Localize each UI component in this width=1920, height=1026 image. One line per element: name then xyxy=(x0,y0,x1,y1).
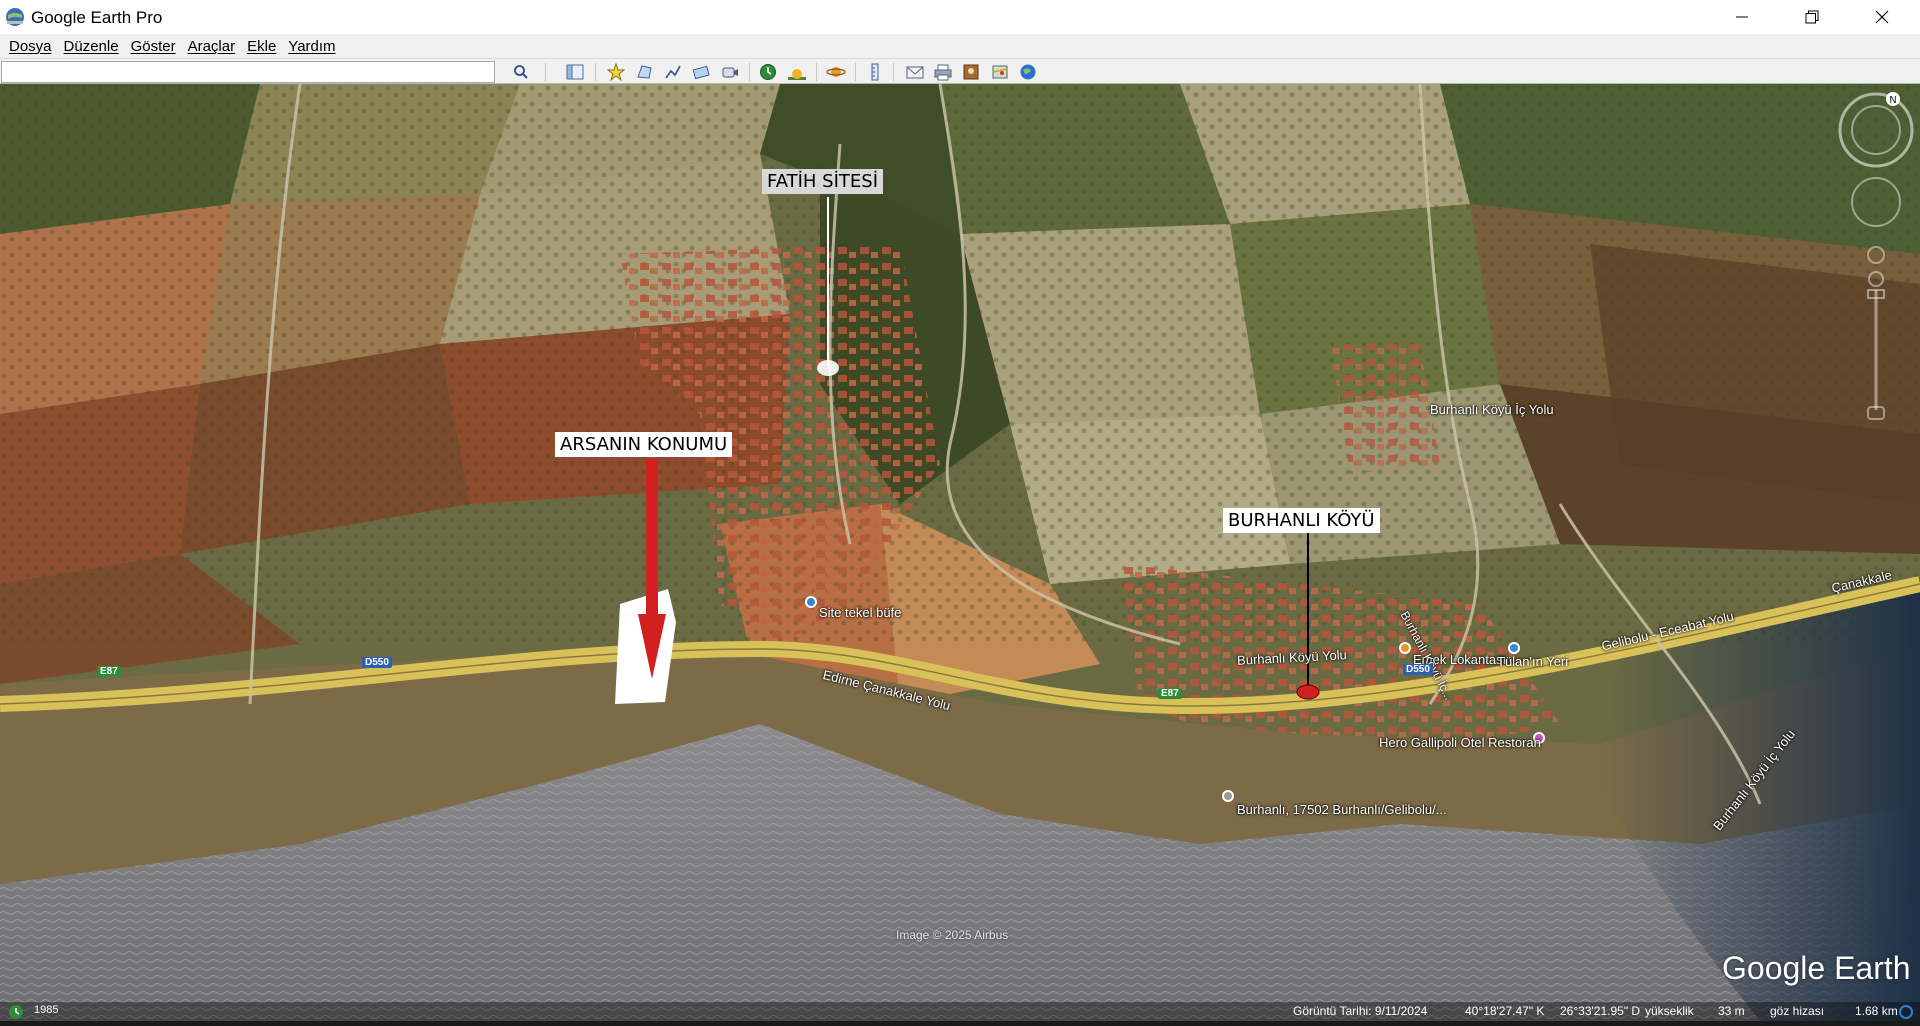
elevation-value: 33 m xyxy=(1718,1004,1745,1018)
view-in-maps-icon xyxy=(992,65,1008,79)
north-compass-icon[interactable]: N xyxy=(1886,92,1900,106)
year-badge[interactable]: 1985 xyxy=(34,1004,58,1016)
search-input[interactable] xyxy=(1,61,495,83)
poi-tulanin-yeri-marker[interactable] xyxy=(1508,642,1520,654)
menu-ekle[interactable]: Ekle xyxy=(247,38,276,55)
move-joystick[interactable] xyxy=(1851,177,1901,227)
zoom-slider[interactable] xyxy=(1867,271,1885,420)
historical-imagery-icon xyxy=(760,64,776,80)
imagery-credit: Image © 2025 Airbus xyxy=(896,928,1009,942)
label-burhanli-address[interactable]: Burhanlı, 17502 Burhanlı/Gelibolu/... xyxy=(1237,802,1447,817)
add-placemark-button[interactable] xyxy=(605,62,627,82)
save-image-button[interactable] xyxy=(960,62,982,82)
menu-duzenle[interactable]: Düzenle xyxy=(64,38,119,55)
save-image-icon xyxy=(963,64,979,80)
poi-emek-lokantasi-marker[interactable] xyxy=(1399,642,1411,654)
toolbar-separator xyxy=(595,63,596,81)
poi-burhanli-address-marker[interactable] xyxy=(1222,790,1234,802)
search-button[interactable] xyxy=(510,62,532,82)
toolbar-separator xyxy=(893,63,894,81)
eye-altitude-value: 1.68 km xyxy=(1855,1004,1898,1018)
callout-burhanli-koyu[interactable]: BURHANLI KÖYÜ xyxy=(1223,508,1380,533)
toolbar-separator xyxy=(545,63,546,81)
google-earth-logo: Google Earth xyxy=(1722,950,1911,986)
image-overlay-icon xyxy=(692,65,710,80)
placemark-icon xyxy=(607,63,625,81)
close-button[interactable] xyxy=(1850,0,1914,34)
toolbar xyxy=(0,58,1920,84)
road-shield-e87-mid: E87 xyxy=(1158,688,1182,699)
window-title: Google Earth Pro xyxy=(31,8,163,27)
print-button[interactable] xyxy=(932,62,954,82)
sidebar-toggle-icon xyxy=(566,64,584,80)
label-site-tekel-bufe[interactable]: Site tekel büfe xyxy=(819,605,901,620)
callout-arsanin-konumu[interactable]: ARSANIN KONUMU xyxy=(555,432,733,457)
status-bar: 1985 Görüntü Tarihi: 9/11/2024 40°18'27.… xyxy=(0,1002,1920,1021)
add-path-button[interactable] xyxy=(662,62,684,82)
google-earth-app-icon xyxy=(6,8,24,26)
minimize-icon xyxy=(1736,16,1748,18)
restore-button[interactable] xyxy=(1780,0,1844,34)
toolbar-separator xyxy=(855,63,856,81)
historical-imagery-button[interactable] xyxy=(757,62,779,82)
planets-button[interactable] xyxy=(825,62,847,82)
close-icon xyxy=(1875,10,1889,24)
menu-dosya[interactable]: Dosya xyxy=(9,38,52,55)
path-icon xyxy=(665,65,681,79)
road-shield-d550-right: D550 xyxy=(1403,664,1433,675)
search-icon xyxy=(514,65,528,79)
record-tour-icon xyxy=(722,67,738,78)
arsa-arrow-shaft xyxy=(646,459,658,617)
map-view[interactable]: FATİH SİTESİ ARSANIN KONUMU BURHANLI KÖY… xyxy=(0,84,1920,1021)
elevation-label: yükseklik xyxy=(1645,1004,1694,1018)
email-icon xyxy=(906,66,924,79)
sidebar-toggle-button[interactable] xyxy=(564,62,586,82)
view-in-maps-button[interactable] xyxy=(989,62,1011,82)
toolbar-separator xyxy=(749,63,750,81)
eye-altitude-label: göz hizası xyxy=(1770,1004,1825,1018)
ruler-icon xyxy=(871,63,879,81)
imagery-date: Görüntü Tarihi: 9/11/2024 xyxy=(1293,1004,1428,1018)
earth-icon xyxy=(1020,64,1036,80)
svg-text:N: N xyxy=(1889,95,1896,106)
toolbar-separator xyxy=(816,63,817,81)
road-shield-d550-left: D550 xyxy=(362,657,392,668)
burhanli-marker xyxy=(1296,684,1320,700)
window-bottom-edge xyxy=(0,1021,1920,1026)
historical-imagery-badge-icon[interactable] xyxy=(8,1004,24,1020)
add-polygon-button[interactable] xyxy=(634,62,656,82)
menu-araclar[interactable]: Araçlar xyxy=(188,38,236,55)
label-tulanin-yeri[interactable]: Tülan'ın Yeri xyxy=(1497,654,1568,669)
label-burhanli-ic-yolu[interactable]: Burhanlı Köyü İç Yolu xyxy=(1430,402,1554,417)
loading-indicator-icon xyxy=(1899,1005,1913,1019)
record-tour-button[interactable] xyxy=(719,62,741,82)
look-joystick[interactable] xyxy=(1838,92,1914,168)
road-shield-e87-left: E87 xyxy=(97,666,121,677)
sunlight-icon xyxy=(788,69,806,80)
latitude: 40°18'27.47" K xyxy=(1465,1004,1545,1018)
add-image-overlay-button[interactable] xyxy=(690,62,712,82)
label-hero-gallipoli[interactable]: Hero Gallipoli Otel Restoran xyxy=(1379,735,1541,750)
planets-icon xyxy=(826,67,846,77)
earth-view-button[interactable] xyxy=(1017,62,1039,82)
menu-goster[interactable]: Göster xyxy=(131,38,176,55)
polygon-icon xyxy=(637,65,652,79)
menu-bar: Dosya Düzenle Göster Araçlar Ekle Yardım xyxy=(0,34,1920,58)
print-icon xyxy=(934,64,952,81)
fatih-marker xyxy=(817,360,839,376)
email-button[interactable] xyxy=(904,62,926,82)
poi-site-tekel-bufe-marker[interactable] xyxy=(805,596,817,608)
title-bar: Google Earth Pro xyxy=(0,0,1920,34)
sunlight-button[interactable] xyxy=(786,62,808,82)
menu-yardim[interactable]: Yardım xyxy=(288,38,335,55)
longitude: 26°33'21.95" D xyxy=(1560,1004,1641,1018)
ruler-button[interactable] xyxy=(864,62,886,82)
street-view-pegman-icon[interactable] xyxy=(1867,246,1885,264)
restore-icon xyxy=(1805,10,1819,24)
minimize-button[interactable] xyxy=(1710,0,1774,34)
satellite-imagery xyxy=(0,84,1920,1021)
callout-fatih-sitesi[interactable]: FATİH SİTESİ xyxy=(762,169,884,194)
navigation-controls: N xyxy=(1838,92,1914,420)
